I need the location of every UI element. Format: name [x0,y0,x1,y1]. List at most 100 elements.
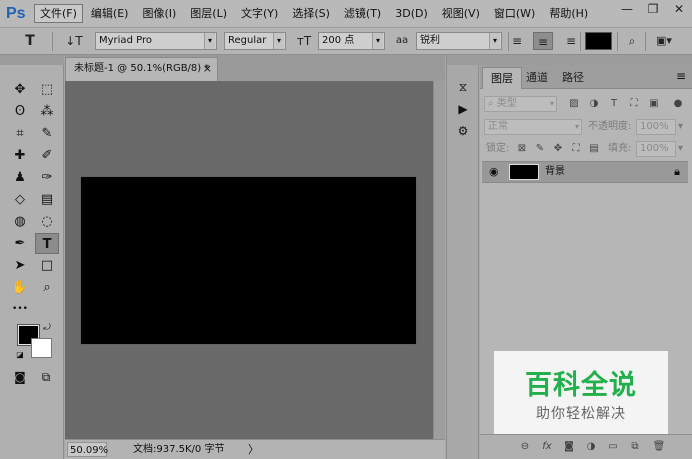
lock-icon[interactable]: 🔒︎ [674,162,680,182]
delete-layer-icon[interactable]: 🗑︎ [650,439,668,455]
actions-play-icon[interactable]: ▶ [452,99,474,119]
menu-item[interactable]: 文字(Y) [235,4,284,23]
fill-chevron-icon[interactable]: ▾ [678,141,683,157]
panel-menu-icon[interactable]: ≡ [676,69,686,83]
blend-mode-select[interactable]: 正常 ▾ [484,119,582,135]
blur-tool-icon[interactable]: ◍ [8,211,32,232]
smart-object-filter-icon[interactable]: ▣ [646,96,662,112]
close-tab-icon[interactable]: × [203,58,212,80]
document-canvas[interactable] [81,177,416,344]
tab-channels[interactable]: 通道 [518,67,556,89]
dodge-tool-icon[interactable]: ◌ [35,211,59,232]
new-group-icon[interactable]: ▭ [604,439,622,455]
menu-item[interactable]: 窗口(W) [488,4,541,23]
rectangle-tool-icon[interactable]: □ [35,255,59,276]
menu-item[interactable]: 图像(I) [136,4,182,23]
adjustment-filter-icon[interactable]: ◑ [586,96,602,112]
shape-filter-icon[interactable]: ⛶ [626,96,642,112]
menu-item[interactable]: 帮助(H) [543,4,594,23]
brush-tool-icon[interactable]: ✐ [35,145,59,166]
hand-tool-icon[interactable]: ✋ [8,277,32,298]
background-color-swatch[interactable] [31,338,52,358]
lock-transparency-icon[interactable]: ⊠ [514,141,530,157]
filter-toggle-icon[interactable]: ● [670,96,686,112]
font-style-select[interactable]: Regular ▾ [224,32,286,50]
path-selection-tool-icon[interactable]: ➤ [8,255,32,276]
status-menu-arrow[interactable]: 〉 [248,442,259,457]
align-right-button[interactable]: ≡ [556,32,576,50]
edit-toolbar-icon[interactable]: ••• [8,299,32,320]
properties-panel-icon[interactable]: ⚙ [452,121,474,141]
panel-toggle-icon[interactable]: ▣▾ [651,32,677,50]
layer-mask-icon[interactable]: ◙ [560,439,578,455]
lock-pixels-icon[interactable]: ✎ [532,141,548,157]
new-layer-icon[interactable]: ⧉ [626,439,644,455]
zoom-level-field[interactable]: 50.09% [67,442,108,457]
toolbox-grip[interactable] [0,55,64,65]
minimize-button[interactable]: — [614,0,640,20]
swap-colors-icon[interactable]: ⤾ [40,321,54,335]
tab-layers[interactable]: 图层 [482,67,522,89]
font-family-select[interactable]: Myriad Pro ▾ [95,32,217,50]
healing-brush-tool-icon[interactable]: ✚ [8,145,32,166]
layer-name: 背景 [545,166,565,177]
menu-item[interactable]: 滤镜(T) [338,4,387,23]
text-orientation-icon[interactable]: ↓T [64,32,84,50]
gradient-tool-icon[interactable]: ▤ [35,189,59,210]
eyedropper-tool-icon[interactable]: ✎ [35,123,59,144]
tab-paths[interactable]: 路径 [554,67,592,89]
pasteboard[interactable] [65,81,433,439]
screen-mode-icon[interactable]: ⧉ [34,367,58,388]
menu-item[interactable]: 选择(S) [286,4,336,23]
menu-item[interactable]: 编辑(E) [85,4,135,23]
type-filter-icon[interactable]: T [606,96,622,112]
magic-wand-tool-icon[interactable]: ⁂ [35,101,59,122]
align-center-button[interactable]: ≡ [533,32,553,50]
type-tool-preset-button[interactable]: T [18,32,42,50]
type-tool-icon[interactable]: T [35,233,59,254]
history-panel-icon[interactable]: ⧖ [452,77,474,97]
pixel-filter-icon[interactable]: ▨ [566,96,582,112]
close-button[interactable]: ✕ [666,0,692,20]
clone-stamp-tool-icon[interactable]: ♟ [8,167,32,188]
adjustment-layer-icon[interactable]: ◑ [582,439,600,455]
zoom-tool-icon[interactable]: ⌕ [35,277,59,298]
default-colors-icon[interactable]: ◪ [14,349,26,361]
vertical-scrollbar[interactable] [433,81,445,439]
marquee-tool-icon[interactable]: ⬚ [35,79,59,100]
align-left-button[interactable]: ≡ [512,32,532,50]
lock-artboard-icon[interactable]: ⛶ [568,141,584,157]
layer-style-icon[interactable]: fx [538,439,556,455]
menu-item[interactable]: 3D(D) [389,4,434,23]
restore-button[interactable]: ❐ [640,0,666,20]
pen-tool-icon[interactable]: ✒ [8,233,32,254]
visibility-eye-icon[interactable]: ◉ [489,164,503,180]
move-tool-icon[interactable]: ✥ [8,79,32,100]
crop-tool-icon[interactable]: ⌗ [8,123,32,144]
menu-item[interactable]: 文件(F) [34,4,83,23]
fill-label: 填充: [608,143,632,154]
opacity-chevron-icon[interactable]: ▾ [678,119,683,135]
history-brush-tool-icon[interactable]: ✑ [35,167,59,188]
layer-row[interactable]: ◉ 背景 🔒︎ [482,161,688,183]
text-color-swatch[interactable] [585,32,612,50]
panel-tabs: 图层 通道 路径 ≡ [480,65,692,89]
layer-filter-select[interactable]: ⌕ 类型 ▾ [484,96,557,112]
opacity-field[interactable]: 100% [636,119,676,135]
fill-field[interactable]: 100% [636,141,676,157]
lock-all-icon[interactable]: ▤ [586,141,602,157]
chevron-down-icon: ▾ [372,33,383,49]
lock-position-icon[interactable]: ✥ [550,141,566,157]
antialias-select[interactable]: 锐利 ▾ [416,32,502,50]
menu-item[interactable]: 图层(L) [184,4,233,23]
warp-text-icon[interactable]: ⌕ [622,32,642,50]
menu-item[interactable]: 视图(V) [436,4,486,23]
panel-strip-grip[interactable] [447,55,480,65]
document-tab[interactable]: 未标题-1 @ 50.1%(RGB/8) * × [65,57,218,81]
font-size-select[interactable]: 200 点 ▾ [318,32,385,50]
link-layers-icon[interactable]: ⊖ [516,439,534,455]
eraser-tool-icon[interactable]: ◇ [8,189,32,210]
quick-mask-icon[interactable]: ◙ [8,367,32,388]
panel-grip[interactable] [480,55,692,65]
lasso-tool-icon[interactable]: ʘ [8,101,32,122]
